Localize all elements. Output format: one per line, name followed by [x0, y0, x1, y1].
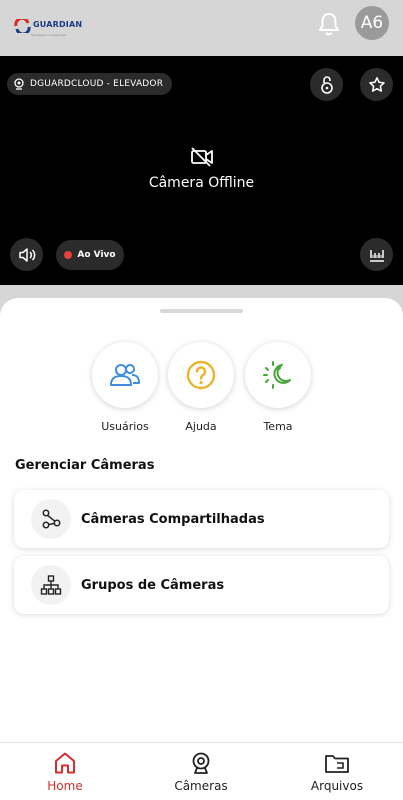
share-icon-wrapper: [31, 499, 71, 539]
live-label: Ao Vivo: [77, 250, 116, 260]
timeline-button[interactable]: [360, 238, 393, 271]
theme-action[interactable]: Tema: [245, 342, 311, 433]
notification-bell-icon[interactable]: [316, 11, 342, 37]
hierarchy-icon: [40, 575, 62, 595]
timeline-icon: [369, 249, 384, 262]
manage-cameras-title: Gerenciar Câmeras: [15, 458, 155, 473]
camera-groups-label: Grupos de Câmeras: [81, 577, 225, 593]
shared-cameras-label: Câmeras Compartilhadas: [81, 511, 265, 527]
favorite-button[interactable]: [360, 68, 393, 101]
bottom-navigation: Home Câmeras Arquivos: [0, 742, 403, 800]
camera-name: DGUARDCLOUD - ELEVADOR: [30, 79, 164, 89]
camera-name-pill[interactable]: DGUARDCLOUD - ELEVADOR: [7, 73, 173, 95]
logo-subtitle: Tecnologia em Segurança: [31, 33, 66, 37]
help-action-label: Ajuda: [185, 420, 217, 433]
logo-text: GUARDIAN: [33, 20, 83, 29]
nav-files-label: Arquivos: [310, 779, 364, 793]
users-action-circle[interactable]: [92, 342, 158, 408]
home-icon: [55, 752, 75, 774]
nav-home[interactable]: Home: [15, 751, 115, 793]
lock-icon: [320, 75, 333, 94]
guardian-logo-icon: [14, 18, 31, 33]
live-button[interactable]: Ao Vivo: [56, 240, 124, 270]
users-icon: [110, 364, 140, 386]
offline-message: Câmera Offline: [0, 146, 403, 192]
users-action[interactable]: Usuários: [92, 342, 158, 433]
camera-off-icon: [190, 147, 213, 167]
help-action[interactable]: Ajuda: [168, 342, 234, 433]
camera-groups-card[interactable]: Grupos de Câmeras: [14, 556, 389, 614]
help-action-circle[interactable]: [168, 342, 234, 408]
nav-cameras-label: Câmeras: [174, 779, 228, 793]
bottom-sheet: Usuários Ajuda Tema Gerenciar Câmeras Câ…: [0, 298, 403, 742]
theme-icon: [263, 361, 291, 389]
nav-files[interactable]: Arquivos: [287, 751, 387, 793]
lock-button[interactable]: [310, 68, 343, 101]
nav-cameras[interactable]: Câmeras: [151, 751, 251, 793]
help-icon: [186, 360, 216, 390]
offline-status-text: Câmera Offline: [148, 175, 255, 191]
theme-action-label: Tema: [263, 420, 293, 433]
live-indicator-dot: [64, 251, 73, 259]
users-action-label: Usuários: [101, 420, 149, 433]
webcam-icon: [192, 752, 210, 774]
nav-home-label: Home: [47, 779, 83, 793]
folder-icon: [325, 755, 349, 773]
volume-button[interactable]: [10, 238, 43, 271]
star-icon: [368, 76, 385, 92]
shared-cameras-card[interactable]: Câmeras Compartilhadas: [14, 490, 389, 548]
theme-action-circle[interactable]: [245, 342, 311, 408]
video-player[interactable]: DGUARDCLOUD - ELEVADOR Câmera Offline Ao…: [0, 56, 403, 285]
share-icon: [42, 509, 61, 529]
hierarchy-icon-wrapper: [31, 565, 71, 605]
avatar[interactable]: A6: [355, 6, 389, 40]
sheet-drag-handle[interactable]: [160, 309, 243, 313]
top-bar: GUARDIAN Tecnologia em Segurança A6: [0, 0, 403, 56]
volume-icon: [18, 247, 35, 262]
guardian-logo: GUARDIAN Tecnologia em Segurança: [14, 14, 82, 37]
camera-icon: [14, 78, 24, 90]
